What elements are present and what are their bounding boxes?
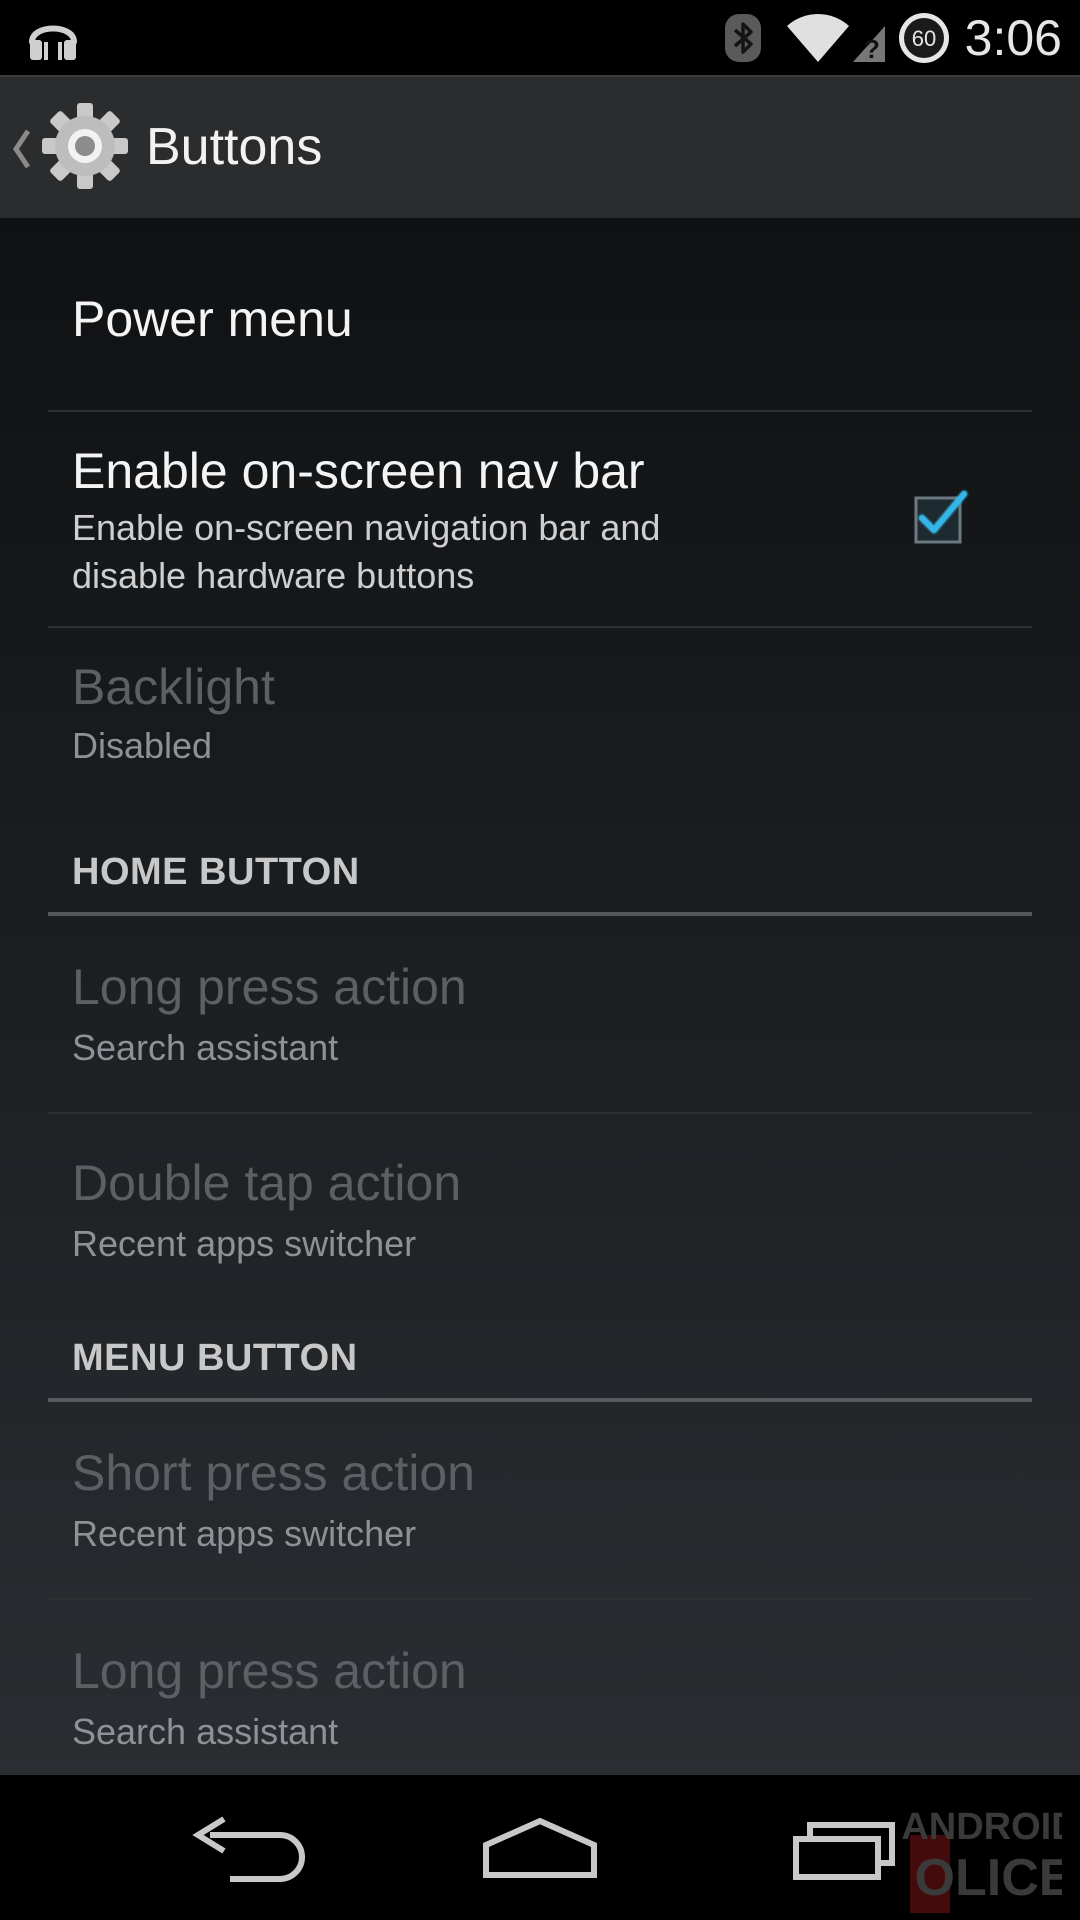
clock: 3:06 [964,9,1062,66]
pref-title: Short press action [72,1445,475,1501]
back-icon[interactable] [170,1805,310,1895]
pref-backlight[interactable]: Backlight Disabled [48,628,1032,808]
status-bar: ? 60 3:06 [0,0,1080,75]
chevron-left-icon [12,129,31,169]
status-icons: ? 60 3:06 [721,0,1062,75]
pref-summary: Search assistant [72,1711,339,1752]
pref-title: Power menu [72,291,353,347]
pref-title: Double tap action [72,1155,462,1211]
screen: ? 60 3:06 Buttons Power menu Enable on-s… [0,0,1080,1920]
section-header-home: HOME BUTTON [72,851,360,893]
pref-summary: Enable on-screen navigation bar and [72,507,661,548]
pref-power-menu[interactable]: Power menu [48,218,1032,410]
pref-menu-long-press[interactable]: Long press action Search assistant [48,1600,1032,1775]
preferences-list: Power menu Enable on-screen nav bar Enab… [0,218,1080,1775]
pref-summary: disable hardware buttons [72,555,475,596]
pref-title: Long press action [72,959,467,1015]
pref-summary: Disabled [72,725,213,766]
svg-text:?: ? [864,34,880,64]
pref-title: Long press action [72,1643,467,1699]
nav-bar-checkbox[interactable] [906,482,976,552]
pref-title: Enable on-screen nav bar [72,443,645,499]
svg-text:60: 60 [911,26,935,51]
bluetooth-icon [724,13,761,62]
svg-text:OLICE: OLICE [915,1849,1062,1907]
pref-summary: Recent apps switcher [72,1223,417,1264]
navigation-bar: ANDROID OLICE [0,1775,1080,1920]
action-bar: Buttons [0,75,1080,218]
up-button[interactable] [0,77,140,220]
home-icon[interactable] [470,1805,610,1895]
svg-text:ANDROID: ANDROID [901,1806,1062,1848]
page-title: Buttons [146,118,323,176]
headphones-icon [29,25,77,60]
pref-home-double-tap[interactable]: Double tap action Recent apps switcher [48,1114,1032,1294]
pref-summary: Search assistant [72,1027,339,1068]
badge-icon: 60 [898,12,949,63]
pref-nav-bar[interactable]: Enable on-screen nav bar Enable on-scree… [48,412,1032,626]
sim-unknown-icon: ? [852,25,885,64]
pref-summary: Recent apps switcher [72,1513,417,1554]
pref-title: Backlight [72,659,275,715]
wifi-icon [786,13,849,62]
pref-menu-short-press[interactable]: Short press action Recent apps switcher [48,1402,1032,1598]
gear-icon [42,103,128,189]
pref-home-long-press[interactable]: Long press action Search assistant [48,916,1032,1112]
watermark-logo: ANDROID OLICE [901,1806,1062,1913]
section-header-menu: MENU BUTTON [72,1337,358,1379]
